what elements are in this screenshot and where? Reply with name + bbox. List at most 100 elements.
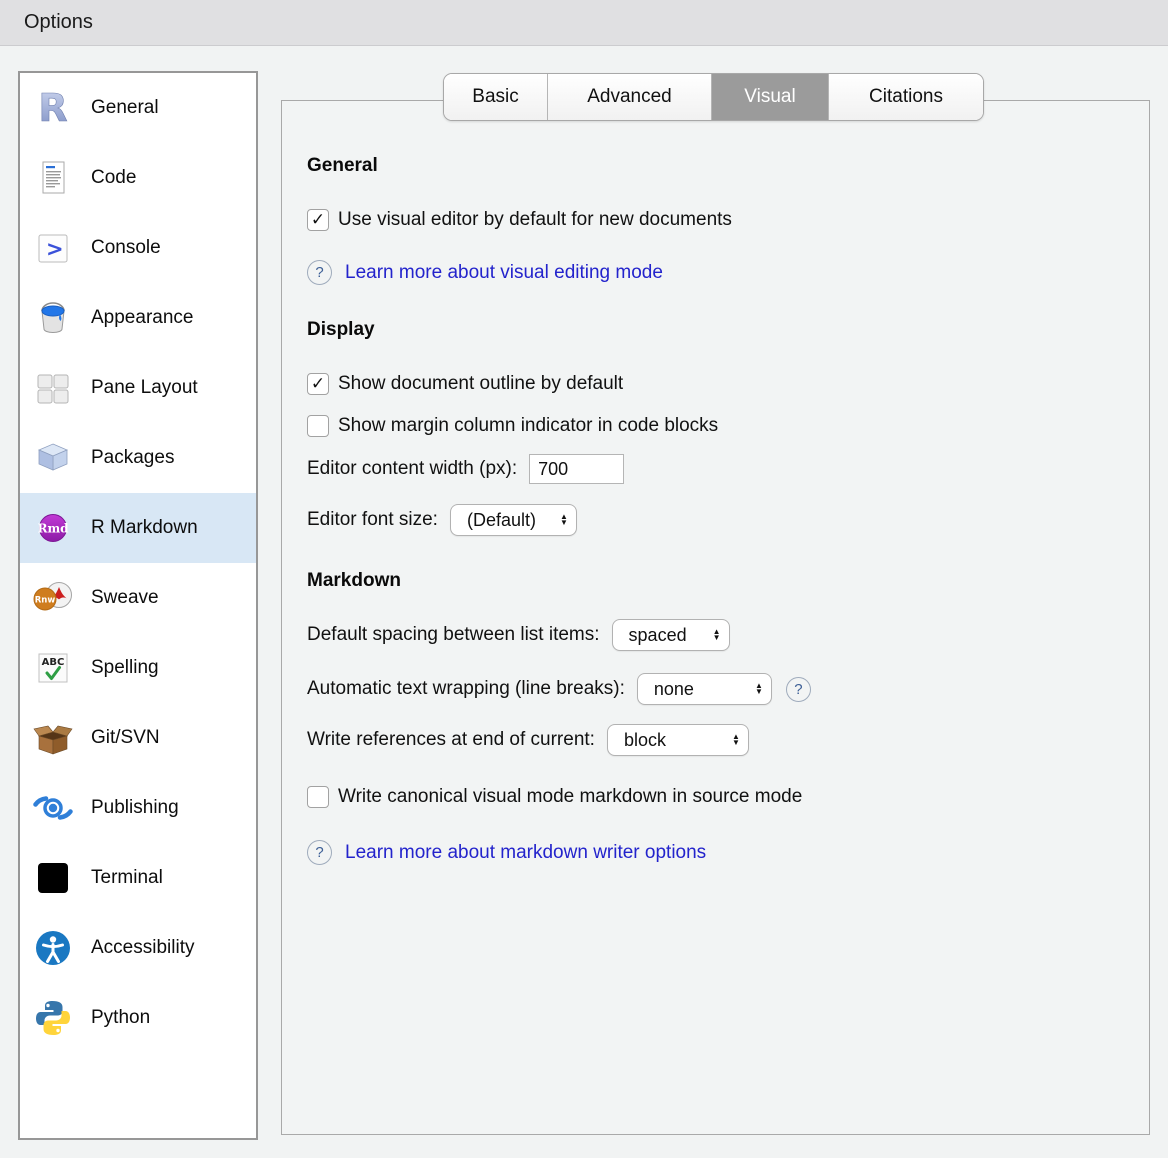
sidebar-item-sweave[interactable]: Rnw Sweave — [20, 563, 256, 633]
markdown-writer-help-row: ? Learn more about markdown writer optio… — [307, 840, 1149, 865]
svg-text:Rmd: Rmd — [37, 522, 69, 536]
learn-markdown-writer-link[interactable]: Learn more about markdown writer options — [345, 842, 706, 864]
learn-visual-editing-link[interactable]: Learn more about visual editing mode — [345, 262, 663, 284]
checkmark-icon: ✓ — [311, 211, 325, 228]
sidebar-item-general[interactable]: R General — [20, 73, 256, 143]
help-icon[interactable]: ? — [307, 260, 332, 285]
sidebar-item-publishing[interactable]: Publishing — [20, 773, 256, 843]
stepper-arrows-icon: ▲▼ — [755, 683, 763, 695]
section-heading-markdown: Markdown — [307, 570, 1149, 596]
sidebar-item-label: Sweave — [91, 587, 159, 609]
editor-font-size-select[interactable]: (Default) ▲▼ — [450, 504, 577, 536]
options-category-sidebar: R General Code > Console Ap — [18, 71, 258, 1140]
references-label: Write references at end of current: — [307, 729, 595, 751]
editor-content-width-label: Editor content width (px): — [307, 458, 517, 480]
editor-font-size-value: (Default) — [467, 510, 536, 531]
svg-text:ABC: ABC — [42, 657, 65, 668]
sidebar-item-git-svn[interactable]: Git/SVN — [20, 703, 256, 773]
sidebar-item-label: Spelling — [91, 657, 159, 679]
window-title: Options — [24, 11, 93, 34]
sidebar-item-pane-layout[interactable]: Pane Layout — [20, 353, 256, 423]
sidebar-item-label: Pane Layout — [91, 377, 198, 399]
sidebar-item-r-markdown[interactable]: Rmd R Markdown — [20, 493, 256, 563]
show-margin-checkbox[interactable] — [307, 415, 329, 437]
references-select[interactable]: block ▲▼ — [607, 724, 749, 756]
help-icon[interactable]: ? — [307, 840, 332, 865]
console-prompt-icon: > — [33, 228, 73, 268]
visual-options-panel: General ✓ Use visual editor by default f… — [281, 100, 1150, 1135]
sidebar-item-code[interactable]: Code — [20, 143, 256, 213]
stepper-arrows-icon: ▲▼ — [732, 734, 740, 746]
paint-bucket-icon — [33, 298, 73, 338]
list-spacing-row: Default spacing between list items: spac… — [307, 619, 1149, 651]
svg-text:Rnw: Rnw — [35, 596, 56, 606]
text-wrapping-row: Automatic text wrapping (line breaks): n… — [307, 673, 1149, 705]
references-row: Write references at end of current: bloc… — [307, 724, 1149, 756]
sidebar-item-label: Console — [91, 237, 161, 259]
tab-visual[interactable]: Visual — [712, 74, 829, 120]
window-titlebar: Options — [0, 0, 1168, 46]
editor-font-size-row: Editor font size: (Default) ▲▼ — [307, 504, 1149, 536]
sidebar-item-appearance[interactable]: Appearance — [20, 283, 256, 353]
sidebar-item-terminal[interactable]: Terminal — [20, 843, 256, 913]
tab-basic[interactable]: Basic — [444, 74, 548, 120]
sidebar-item-label: Packages — [91, 447, 174, 469]
package-cube-icon — [33, 438, 73, 478]
svg-text:>: > — [46, 237, 64, 261]
rmarkdown-icon: Rmd — [33, 508, 73, 548]
editor-content-width-row: Editor content width (px): — [307, 454, 1149, 484]
terminal-icon — [33, 858, 73, 898]
pane-grid-icon — [33, 368, 73, 408]
sidebar-item-label: R Markdown — [91, 517, 198, 539]
references-value: block — [624, 730, 666, 751]
stepper-arrows-icon: ▲▼ — [713, 629, 721, 641]
show-outline-label: Show document outline by default — [338, 373, 623, 395]
svg-text:R: R — [38, 88, 67, 128]
sidebar-item-label: Terminal — [91, 867, 163, 889]
text-wrapping-value: none — [654, 679, 694, 700]
canonical-markdown-row: Write canonical visual mode markdown in … — [307, 786, 1149, 808]
editor-font-size-label: Editor font size: — [307, 509, 438, 531]
text-wrapping-help-icon[interactable]: ? — [786, 677, 811, 702]
stepper-arrows-icon: ▲▼ — [560, 514, 568, 526]
code-document-icon — [33, 158, 73, 198]
sidebar-item-label: Python — [91, 1007, 150, 1029]
canonical-markdown-checkbox[interactable] — [307, 786, 329, 808]
sidebar-item-label: Appearance — [91, 307, 193, 329]
section-heading-general: General — [307, 155, 1149, 181]
tab-advanced[interactable]: Advanced — [548, 74, 712, 120]
list-spacing-select[interactable]: spaced ▲▼ — [612, 619, 730, 651]
accessibility-icon — [33, 928, 73, 968]
section-heading-display: Display — [307, 319, 1149, 345]
use-visual-editor-row: ✓ Use visual editor by default for new d… — [307, 209, 1149, 231]
options-tabbar: Basic Advanced Visual Citations — [443, 73, 984, 121]
sidebar-item-label: Publishing — [91, 797, 179, 819]
sidebar-item-console[interactable]: > Console — [20, 213, 256, 283]
sidebar-item-spelling[interactable]: ABC Spelling — [20, 633, 256, 703]
text-wrapping-select[interactable]: none ▲▼ — [637, 673, 772, 705]
sidebar-item-python[interactable]: Python — [20, 983, 256, 1053]
sidebar-item-label: Accessibility — [91, 937, 194, 959]
r-logo-icon: R — [33, 88, 73, 128]
sidebar-item-label: Git/SVN — [91, 727, 160, 749]
visual-editing-help-row: ? Learn more about visual editing mode — [307, 260, 1149, 285]
list-spacing-label: Default spacing between list items: — [307, 624, 600, 646]
use-visual-editor-label: Use visual editor by default for new doc… — [338, 209, 732, 231]
sidebar-item-label: Code — [91, 167, 136, 189]
editor-content-width-input[interactable] — [529, 454, 624, 484]
show-outline-row: ✓ Show document outline by default — [307, 373, 1149, 395]
show-margin-row: Show margin column indicator in code blo… — [307, 415, 1149, 437]
canonical-markdown-label: Write canonical visual mode markdown in … — [338, 786, 802, 808]
cardboard-box-icon — [33, 718, 73, 758]
text-wrapping-label: Automatic text wrapping (line breaks): — [307, 678, 625, 700]
python-logo-icon — [33, 998, 73, 1038]
sidebar-item-accessibility[interactable]: Accessibility — [20, 913, 256, 983]
show-outline-checkbox[interactable]: ✓ — [307, 373, 329, 395]
use-visual-editor-checkbox[interactable]: ✓ — [307, 209, 329, 231]
checkmark-icon: ✓ — [311, 375, 325, 392]
spellcheck-icon: ABC — [33, 648, 73, 688]
sweave-rnw-pdf-icon: Rnw — [33, 578, 73, 618]
sidebar-item-packages[interactable]: Packages — [20, 423, 256, 493]
list-spacing-value: spaced — [629, 625, 687, 646]
tab-citations[interactable]: Citations — [829, 74, 983, 120]
